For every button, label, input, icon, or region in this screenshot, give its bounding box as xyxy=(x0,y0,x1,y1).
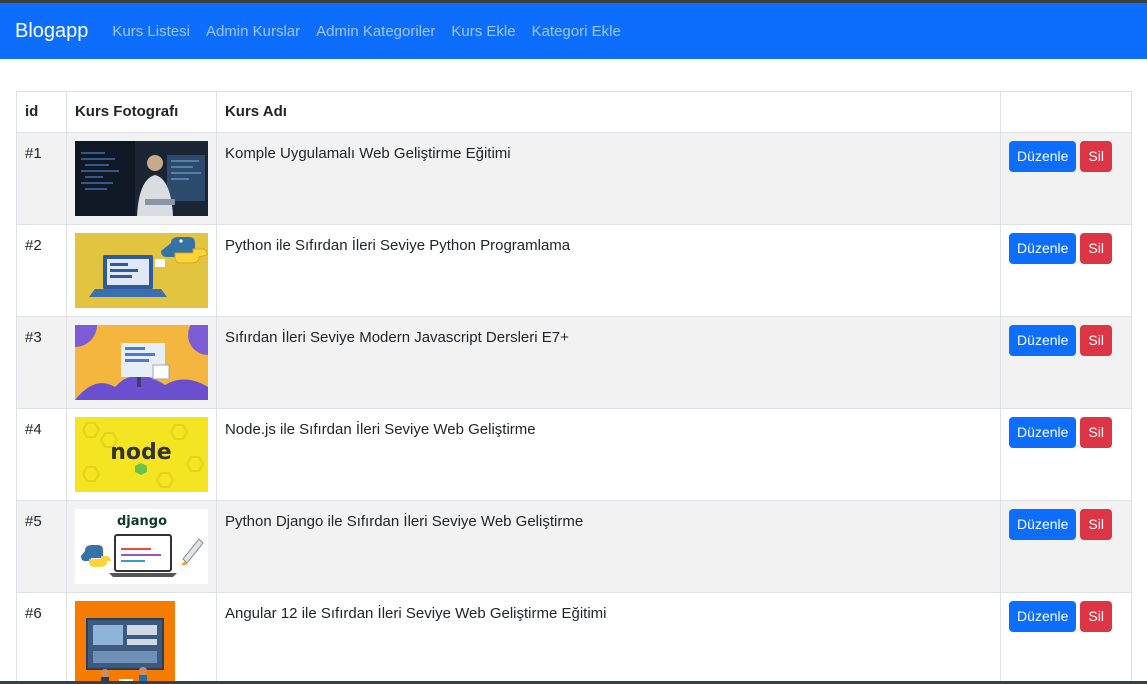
course-id: #3 xyxy=(16,316,67,409)
edit-button[interactable]: Düzenle xyxy=(1009,233,1077,264)
delete-button[interactable]: Sil xyxy=(1080,417,1112,448)
table-header-row: id Kurs Fotografı Kurs Adı xyxy=(16,91,1132,133)
course-photo-cell xyxy=(65,132,217,225)
nav-link-kurs-ekle[interactable]: Kurs Ekle xyxy=(451,23,515,40)
delete-button[interactable]: Sil xyxy=(1080,141,1112,172)
course-title: Komple Uygulamalı Web Geliştirme Eğitimi xyxy=(215,132,1002,225)
delete-button[interactable]: Sil xyxy=(1080,601,1112,632)
course-actions: Düzenle Sil xyxy=(1000,132,1132,225)
brand-link[interactable]: Blogapp xyxy=(15,20,88,43)
delete-button[interactable]: Sil xyxy=(1080,325,1112,356)
header-title: Kurs Adı xyxy=(215,91,1002,133)
table-row: #3 Sıfırdan İleri Seviye Modern Javascri… xyxy=(16,316,1132,409)
course-photo-cell xyxy=(65,592,217,684)
course-photo-cell: node xyxy=(65,408,217,501)
edit-button[interactable]: Düzenle xyxy=(1009,509,1077,540)
delete-button[interactable]: Sil xyxy=(1080,509,1112,540)
course-photo-cell: django xyxy=(65,500,217,593)
course-photo-cell xyxy=(65,316,217,409)
course-id: #1 xyxy=(16,132,67,225)
course-title: Python Django ile Sıfırdan İleri Seviye … xyxy=(215,500,1002,593)
course-title: Node.js ile Sıfırdan İleri Seviye Web Ge… xyxy=(215,408,1002,501)
edit-button[interactable]: Düzenle xyxy=(1009,417,1077,448)
django-logo-text: django xyxy=(117,514,167,529)
course-actions: Düzenle Sil xyxy=(1000,408,1132,501)
course-image-javascript xyxy=(74,325,208,400)
table-row: #2 Python ile Sıfırdan İleri Seviye Pyth… xyxy=(16,224,1132,317)
table-row: #5 django Python Django ile Sıfırdan İle… xyxy=(16,500,1132,593)
table-row: #1 Komple Uygulamalı Web Geliştirme Eğit… xyxy=(16,132,1132,225)
courses-table: id Kurs Fotografı Kurs Adı #1 Komple Uyg… xyxy=(16,91,1132,684)
header-photo: Kurs Fotografı xyxy=(65,91,217,133)
nav-link-admin-kurslar[interactable]: Admin Kurslar xyxy=(206,23,300,40)
course-id: #6 xyxy=(16,592,67,684)
course-id: #4 xyxy=(16,408,67,501)
delete-button[interactable]: Sil xyxy=(1080,233,1112,264)
course-actions: Düzenle Sil xyxy=(1000,500,1132,593)
navbar: Blogapp Kurs Listesi Admin Kurslar Admin… xyxy=(0,3,1147,59)
nav-link-kurs-listesi[interactable]: Kurs Listesi xyxy=(112,23,190,40)
course-title: Sıfırdan İleri Seviye Modern Javascript … xyxy=(215,316,1002,409)
header-id: id xyxy=(16,91,67,133)
edit-button[interactable]: Düzenle xyxy=(1009,601,1077,632)
course-image-angular xyxy=(74,601,175,684)
course-photo-cell xyxy=(65,224,217,317)
node-logo-text: node xyxy=(110,440,171,465)
nav-link-admin-kategoriler[interactable]: Admin Kategoriler xyxy=(316,23,435,40)
course-actions: Düzenle Sil xyxy=(1000,592,1132,684)
course-image-developer xyxy=(74,141,208,216)
edit-button[interactable]: Düzenle xyxy=(1009,141,1077,172)
header-actions xyxy=(1000,91,1132,133)
course-actions: Düzenle Sil xyxy=(1000,316,1132,409)
course-title: Angular 12 ile Sıfırdan İleri Seviye Web… xyxy=(215,592,1002,684)
table-row: #4 node Node.js ile Sıfırdan İleri Seviy… xyxy=(16,408,1132,501)
course-image-django: django xyxy=(74,509,208,584)
course-image-nodejs: node xyxy=(74,417,208,492)
course-image-python xyxy=(74,233,208,308)
course-id: #2 xyxy=(16,224,67,317)
course-id: #5 xyxy=(16,500,67,593)
course-title: Python ile Sıfırdan İleri Seviye Python … xyxy=(215,224,1002,317)
nav-link-kategori-ekle[interactable]: Kategori Ekle xyxy=(532,23,621,40)
course-actions: Düzenle Sil xyxy=(1000,224,1132,317)
edit-button[interactable]: Düzenle xyxy=(1009,325,1077,356)
table-row: #6 Angular 12 ile Sıfırdan İleri Seviye … xyxy=(16,592,1132,684)
